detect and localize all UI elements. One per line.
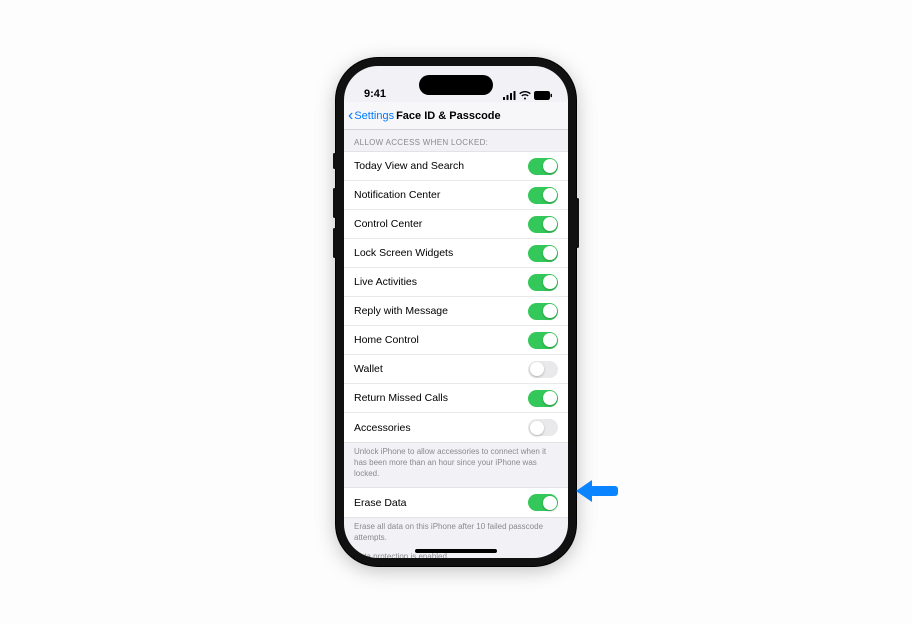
callout-arrow (582, 482, 622, 500)
page-title: Face ID & Passcode (396, 110, 501, 122)
toggle-switch[interactable] (528, 419, 558, 436)
toggle-switch[interactable] (528, 216, 558, 233)
battery-icon (534, 91, 552, 100)
toggle-switch[interactable] (528, 245, 558, 262)
volume-down-button (333, 228, 336, 258)
row-erase-data: Erase Data (344, 488, 568, 517)
table-row: Accessories (344, 413, 568, 442)
row-label: Home Control (354, 334, 419, 346)
toggle-switch[interactable] (528, 390, 558, 407)
table-row: Today View and Search (344, 152, 568, 181)
toggle-switch[interactable] (528, 158, 558, 175)
toggle-switch[interactable] (528, 187, 558, 204)
table-row: Home Control (344, 326, 568, 355)
row-label: Notification Center (354, 189, 440, 201)
phone-frame: 9:41 ‹ Settings Face ID & Passcode ALLOW… (336, 58, 576, 566)
erase-group: Erase Data (344, 487, 568, 518)
row-label: Control Center (354, 218, 422, 230)
wifi-icon (519, 91, 531, 100)
row-label: Reply with Message (354, 305, 448, 317)
toggle-switch[interactable] (528, 361, 558, 378)
section-footer-access: Unlock iPhone to allow accessories to co… (344, 443, 568, 487)
volume-up-button (333, 188, 336, 218)
dynamic-island (419, 75, 493, 95)
table-row: Live Activities (344, 268, 568, 297)
row-label: Today View and Search (354, 160, 464, 172)
ringer-switch (333, 153, 336, 169)
row-label: Erase Data (354, 497, 407, 509)
toggle-switch[interactable] (528, 303, 558, 320)
home-indicator (415, 549, 497, 553)
row-label: Lock Screen Widgets (354, 247, 453, 259)
chevron-left-icon: ‹ (348, 108, 353, 124)
phone-screen: 9:41 ‹ Settings Face ID & Passcode ALLOW… (344, 66, 568, 558)
table-row: Notification Center (344, 181, 568, 210)
row-label: Accessories (354, 422, 411, 434)
side-button (576, 198, 579, 248)
row-label: Wallet (354, 363, 383, 375)
back-button[interactable]: ‹ Settings (348, 108, 394, 124)
status-time: 9:41 (364, 88, 386, 100)
row-label: Live Activities (354, 276, 417, 288)
table-row: Wallet (344, 355, 568, 384)
table-row: Lock Screen Widgets (344, 239, 568, 268)
back-label: Settings (354, 110, 394, 122)
table-row: Return Missed Calls (344, 384, 568, 413)
toggle-switch[interactable] (528, 332, 558, 349)
section-header-access: ALLOW ACCESS WHEN LOCKED: (344, 130, 568, 151)
nav-bar: ‹ Settings Face ID & Passcode (344, 102, 568, 130)
toggle-erase-data[interactable] (528, 494, 558, 511)
table-row: Control Center (344, 210, 568, 239)
status-indicators (503, 91, 552, 100)
cellular-icon (503, 91, 516, 100)
toggle-switch[interactable] (528, 274, 558, 291)
table-row: Reply with Message (344, 297, 568, 326)
settings-content: ALLOW ACCESS WHEN LOCKED: Today View and… (344, 130, 568, 558)
section-footer-erase: Erase all data on this iPhone after 10 f… (344, 518, 568, 552)
row-label: Return Missed Calls (354, 392, 448, 404)
access-group: Today View and Search Notification Center… (344, 151, 568, 443)
